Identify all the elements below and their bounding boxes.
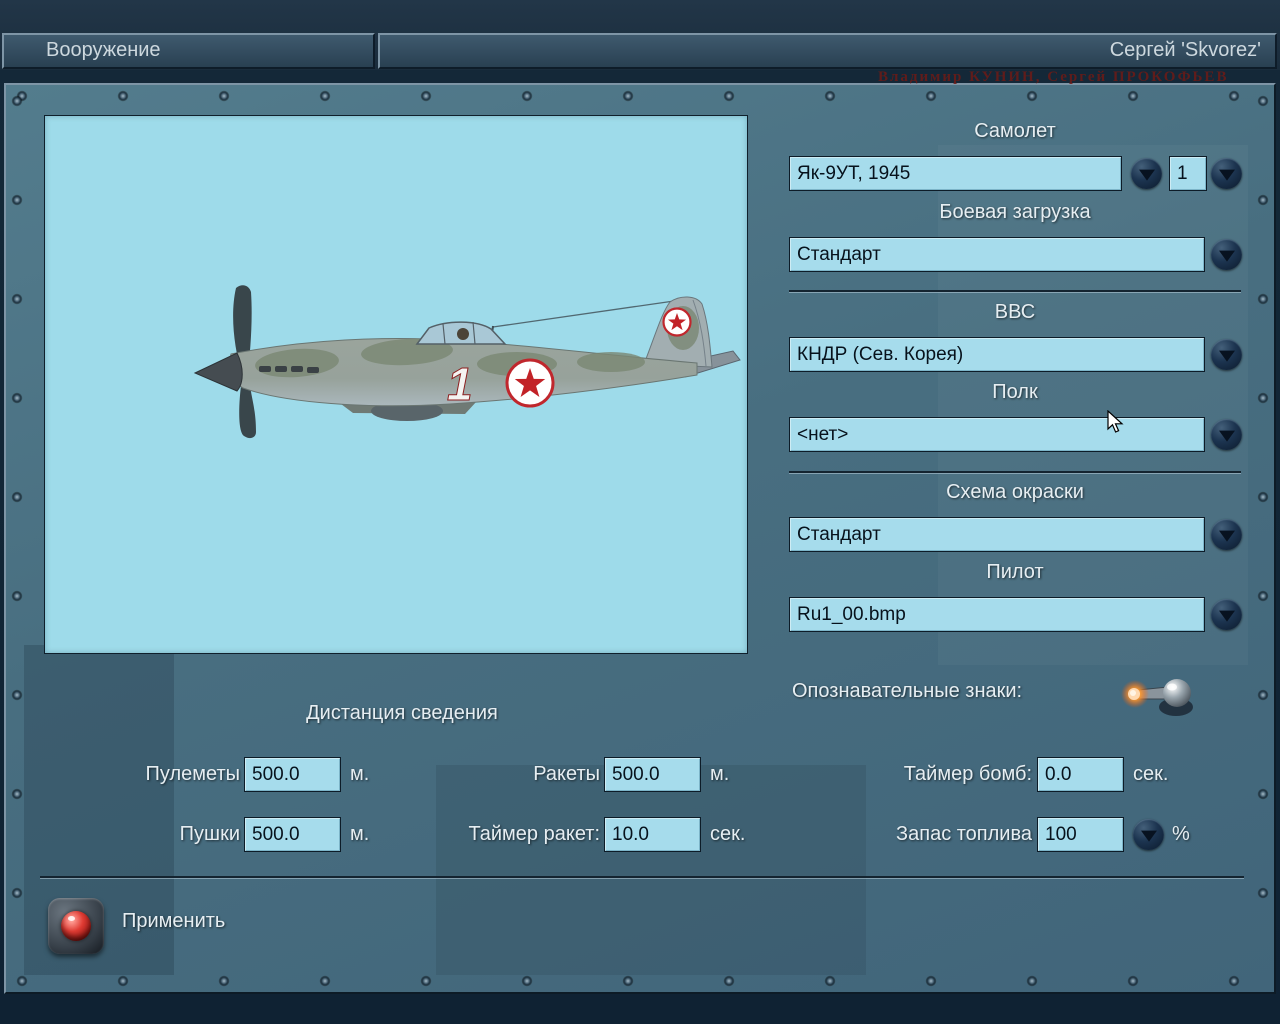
rockets-unit: м.: [710, 763, 730, 785]
red-button-icon: [61, 911, 91, 941]
cannons-unit: м.: [350, 823, 370, 845]
airforce-select-arrow-button[interactable]: [1211, 339, 1242, 370]
pilot-select-arrow-button[interactable]: [1211, 599, 1242, 630]
bomb-timer-label: Таймер бомб:: [903, 763, 1032, 785]
top-bar: Вооружение Сергей 'Skvorez': [0, 0, 1280, 70]
aircraft-count-field[interactable]: 1: [1169, 156, 1207, 191]
pilot-label: Пилот: [986, 561, 1044, 583]
divider: [40, 876, 1244, 878]
loadout-select[interactable]: Стандарт: [789, 237, 1205, 272]
cannons-convergence-input[interactable]: [244, 817, 341, 852]
aircraft-count-value: 1: [1177, 163, 1188, 184]
rocket-timer-unit: сек.: [710, 823, 746, 845]
loadout-label: Боевая загрузка: [939, 201, 1091, 223]
aircraft-label: Самолет: [974, 120, 1056, 142]
tab-armament[interactable]: Вооружение: [2, 33, 375, 69]
apply-button[interactable]: [48, 898, 104, 954]
loadout-select-arrow-button[interactable]: [1211, 239, 1242, 270]
fuel-input[interactable]: [1037, 817, 1124, 852]
airforce-select[interactable]: КНДР (Сев. Корея): [789, 337, 1205, 372]
machineguns-convergence-input[interactable]: [244, 757, 341, 792]
chevron-down-icon: [1218, 350, 1235, 362]
paint-scheme-select-arrow-button[interactable]: [1211, 519, 1242, 550]
bomb-timer-input[interactable]: [1037, 757, 1124, 792]
machineguns-label: Пулеметы: [145, 763, 240, 785]
apply-label: Применить: [122, 910, 226, 932]
regiment-select-value: <нет>: [797, 424, 849, 445]
button-glint: [68, 916, 75, 921]
pilot-select[interactable]: Ru1_00.bmp: [789, 597, 1205, 632]
fuel-unit: %: [1172, 823, 1190, 845]
regiment-select-arrow-button[interactable]: [1211, 419, 1242, 450]
markings-label: Опознавательные знаки:: [792, 680, 1023, 702]
convergence-title: Дистанция сведения: [306, 702, 498, 724]
paint-scheme-label: Схема окраски: [946, 481, 1084, 503]
fuel-label: Запас топлива: [896, 823, 1032, 845]
aircraft-tactical-number: 1: [447, 358, 473, 410]
main-panel: 1 Самолет Як-9УТ, 1945 1 Боевая загрузка…: [4, 83, 1276, 994]
divider: [789, 471, 1241, 473]
toggle-switch-icon: [1121, 679, 1193, 716]
rockets-label: Ракеты: [533, 763, 600, 785]
rivet-row-top: [16, 90, 1264, 102]
rivet-col-left: [11, 95, 23, 982]
aircraft-select[interactable]: Як-9УТ, 1945: [789, 156, 1122, 191]
chevron-down-icon: [1218, 169, 1235, 181]
tail-star-roundel: [662, 307, 692, 337]
aircraft-count-arrow-button[interactable]: [1211, 158, 1242, 189]
machineguns-unit: м.: [350, 763, 370, 785]
rocket-timer-label: Таймер ракет:: [468, 823, 600, 845]
fuel-arrow-button[interactable]: [1133, 819, 1164, 850]
chevron-down-icon: [1218, 530, 1235, 542]
rocket-timer-input[interactable]: [604, 817, 701, 852]
chevron-down-icon: [1218, 430, 1235, 442]
fuselage-star-roundel: [505, 358, 555, 408]
player-name: Сергей 'Skvorez': [1109, 39, 1261, 61]
chevron-down-icon: [1218, 610, 1235, 622]
pilot-select-value: Ru1_00.bmp: [797, 604, 906, 625]
chevron-down-icon: [1218, 250, 1235, 262]
aircraft-image: 1: [193, 285, 741, 439]
loadout-select-value: Стандарт: [797, 244, 881, 265]
armament-screen: Вооружение Сергей 'Skvorez' Владимир КУН…: [0, 0, 1280, 1024]
background-credit-text: Владимир КУНИН, Сергей ПРОКОФЬЕВ: [878, 69, 1229, 85]
airforce-select-value: КНДР (Сев. Корея): [797, 344, 964, 365]
paint-scheme-select-value: Стандарт: [797, 524, 881, 545]
chevron-down-icon: [1138, 169, 1155, 181]
chevron-down-icon: [1140, 830, 1157, 842]
tab-armament-label: Вооружение: [46, 39, 161, 61]
rivet-row-bottom: [16, 975, 1264, 987]
regiment-label: Полк: [992, 381, 1038, 403]
player-name-bar: Сергей 'Skvorez': [378, 33, 1277, 69]
cannons-label: Пушки: [179, 823, 240, 845]
aircraft-select-value: Як-9УТ, 1945: [797, 163, 911, 184]
aircraft-preview: 1: [44, 115, 748, 654]
rivet-col-right: [1257, 95, 1269, 982]
divider: [789, 290, 1241, 292]
regiment-select[interactable]: <нет>: [789, 417, 1205, 452]
background-art: [436, 765, 866, 975]
airforce-label: ВВС: [994, 301, 1036, 323]
paint-scheme-select[interactable]: Стандарт: [789, 517, 1205, 552]
aircraft-select-arrow-button[interactable]: [1131, 158, 1162, 189]
rockets-convergence-input[interactable]: [604, 757, 701, 792]
markings-toggle[interactable]: [1116, 667, 1202, 723]
bomb-timer-unit: сек.: [1133, 763, 1169, 785]
